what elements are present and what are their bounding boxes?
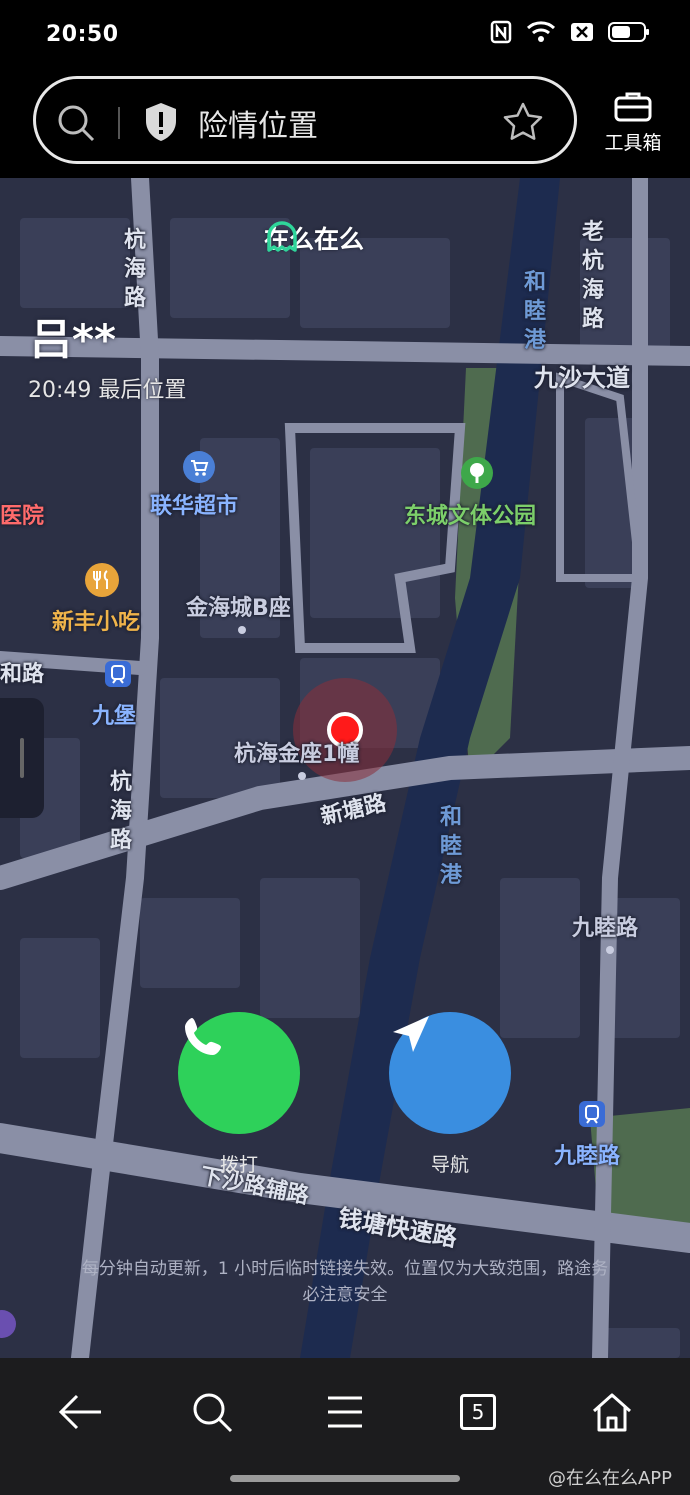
road-label-laohanghai: 老杭海路 [581, 220, 604, 332]
road-label-hanghai-1: 杭海路 [123, 228, 146, 311]
home-indicator[interactable] [230, 1475, 460, 1482]
person-name: 吕** [30, 315, 116, 364]
road-label-he-partial: 和路 [0, 662, 45, 687]
poi-hanghaijin[interactable]: 杭海金座1幢 [234, 736, 359, 768]
status-bar: 20:50 [0, 0, 690, 72]
menu-button[interactable] [315, 1386, 375, 1438]
road-label-hanghai-2: 杭海路 [109, 770, 132, 853]
map-view[interactable]: 在么在么 吕** 20:49 最后位置 杭海路 老杭海路 九沙大道 和睦港 新塘… [0, 178, 690, 1358]
menu-icon [328, 1396, 362, 1428]
river-label-hemu-2: 和睦港 [439, 805, 462, 888]
home-button[interactable] [582, 1386, 642, 1438]
nfc-icon [490, 20, 512, 44]
tab-count: 5 [460, 1394, 496, 1430]
brand-header: 在么在么 [264, 220, 364, 256]
toolbox-button[interactable]: 工具箱 [598, 90, 668, 155]
nav-search-button[interactable] [182, 1386, 242, 1438]
last-seen-time: 20:49 最后位置 [28, 378, 187, 403]
poi-xinfeng[interactable]: 新丰小吃 [52, 604, 140, 636]
call-button[interactable] [178, 1012, 300, 1134]
phone-icon [185, 1018, 221, 1055]
road-label-jiusha: 九沙大道 [534, 364, 630, 392]
poi-jiumulu[interactable]: 九睦路 [572, 910, 638, 942]
watermark: @在么在么APP [547, 1468, 672, 1489]
top-bar: 险情位置 工具箱 [0, 72, 690, 178]
wifi-icon [526, 21, 556, 42]
tree-icon [461, 457, 493, 489]
search-icon [193, 1393, 233, 1433]
status-icons [490, 20, 650, 44]
back-button[interactable] [50, 1386, 110, 1438]
shopping-cart-icon [183, 451, 215, 483]
battery-icon [608, 22, 649, 42]
tabs-button[interactable]: 5 [448, 1386, 508, 1438]
restaurant-icon [85, 563, 119, 597]
poi-dongcheng[interactable]: 东城文体公园 [404, 498, 536, 530]
side-drawer-handle[interactable] [0, 698, 44, 818]
search-text: 险情位置 [198, 109, 318, 144]
update-notice: 每分钟自动更新，1 小时后临时链接失效。位置仅为大致范围，路途务必注意安全 [81, 1259, 609, 1305]
poi-jiubao[interactable]: 九堡 [92, 698, 136, 730]
search-bar[interactable]: 险情位置 [33, 76, 577, 164]
search-divider [118, 107, 120, 139]
poi-jinhai[interactable]: 金海城B座 [186, 590, 291, 622]
sim-off-icon [571, 23, 593, 41]
river-label-hemu-1: 和睦港 [523, 270, 546, 353]
metro-icon-2 [579, 1101, 605, 1127]
toolbox-label: 工具箱 [604, 132, 662, 154]
navigate-button[interactable] [389, 1012, 511, 1134]
navigate-label: 导航 [430, 1154, 469, 1176]
poi-lianhua[interactable]: 联华超市 [150, 488, 238, 520]
toolbox-icon [614, 92, 652, 122]
poi-hospital[interactable]: 医院 [0, 498, 44, 530]
navigation-arrow-icon [393, 1016, 429, 1052]
ghost-logo-icon [267, 221, 297, 252]
search-icon[interactable] [56, 103, 96, 143]
bike-icon [0, 1310, 16, 1338]
metro-icon [105, 661, 131, 687]
status-time: 20:50 [46, 22, 119, 47]
star-icon[interactable] [502, 101, 544, 141]
back-arrow-icon [58, 1394, 101, 1430]
call-label: 拨打 [219, 1154, 258, 1176]
home-icon [593, 1393, 631, 1432]
poi-jiumulu-metro[interactable]: 九睦路 [554, 1138, 620, 1170]
shield-alert-icon [146, 103, 176, 141]
